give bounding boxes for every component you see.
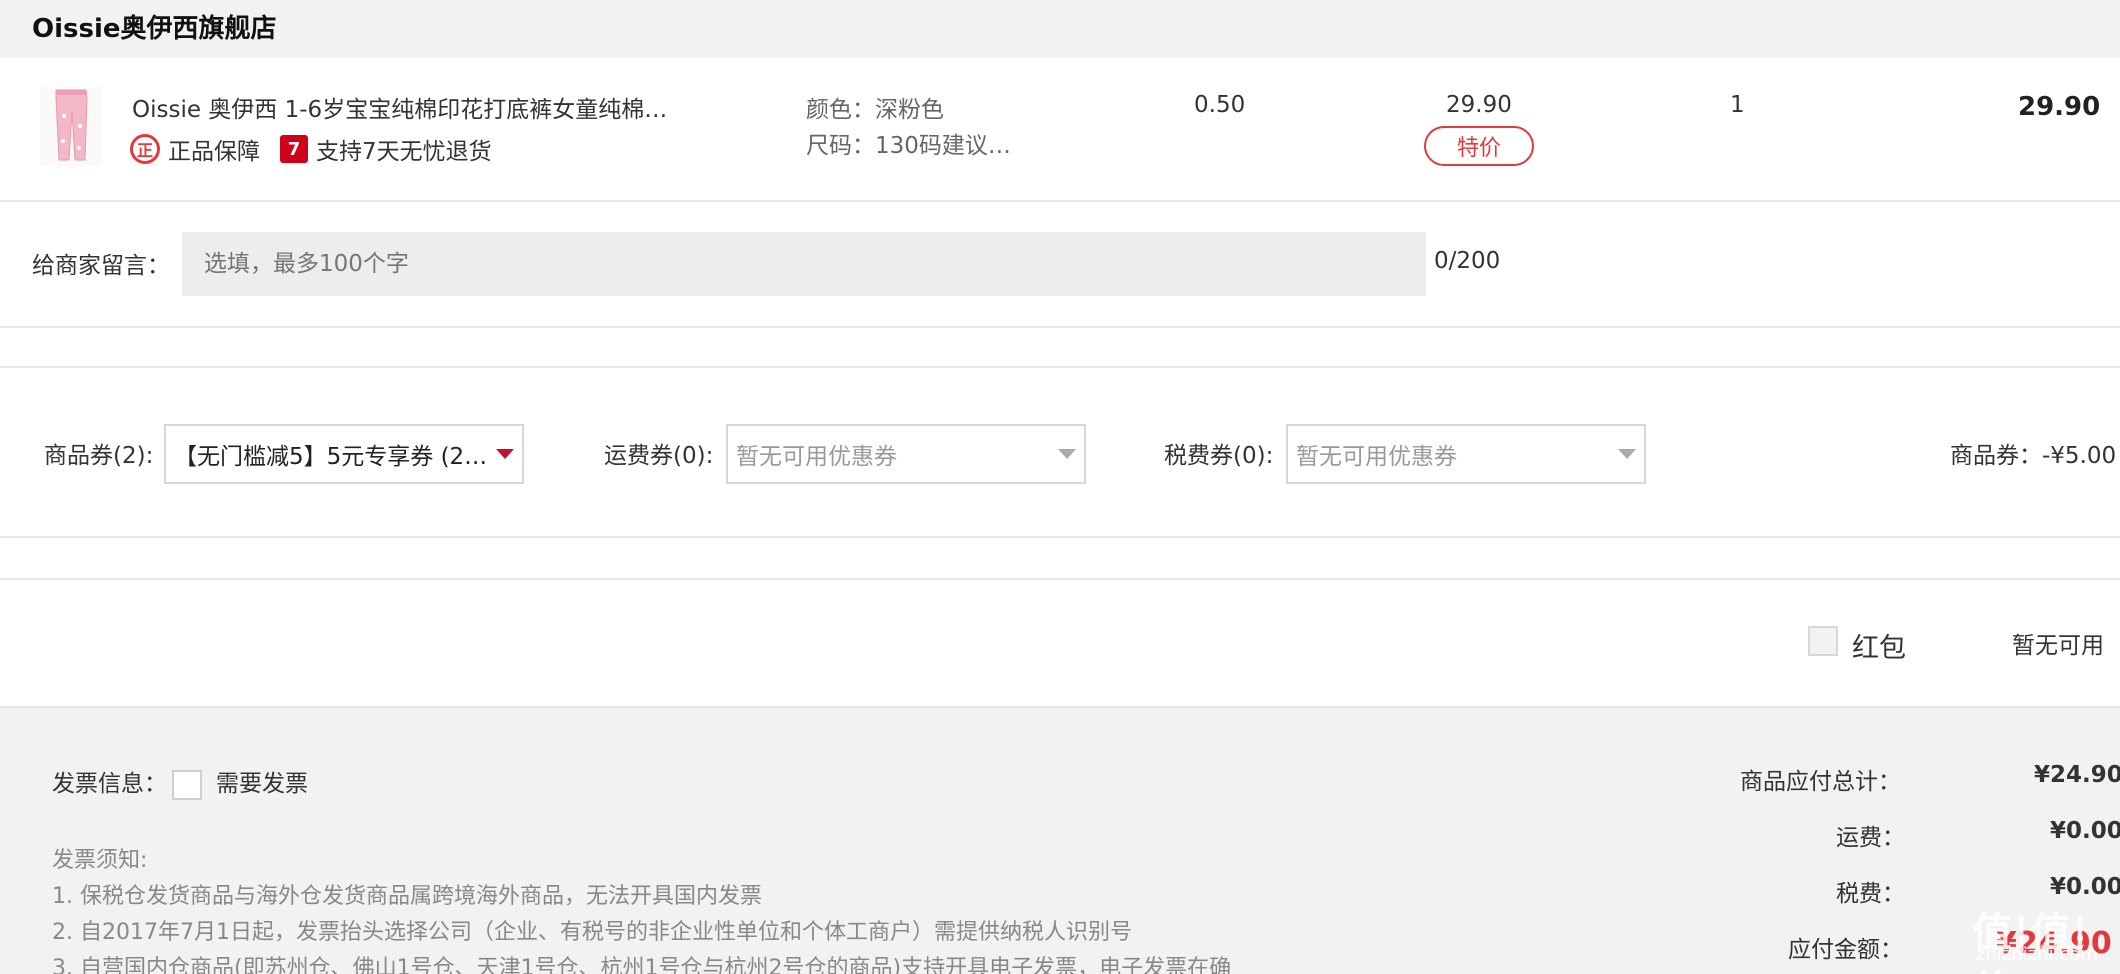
genuine-icon: 正 xyxy=(130,134,160,164)
goods-coupon-select[interactable]: 【无门槛减5】5元专享券 (2… xyxy=(164,424,524,484)
section-divider xyxy=(0,328,2120,368)
goods-coupon-value: 【无门槛减5】5元专享券 (2… xyxy=(174,444,488,470)
red-packet-label: 红包 xyxy=(1852,633,1906,664)
special-price-badge: 特价 xyxy=(1424,126,1534,166)
seller-message-label: 给商家留言： xyxy=(32,253,170,279)
shipping-coupon-label: 运费券(0): xyxy=(604,443,714,469)
seven-day-icon: 7 xyxy=(280,135,308,163)
invoice-notice-item: 3. 自营国内仓商品(即苏州仓、佛山1号仓、天津1号仓、杭州1号仓与杭州2号仓的… xyxy=(52,956,1232,974)
product-size: 尺码：130码建议… xyxy=(806,133,1011,159)
message-char-counter: 0/200 xyxy=(1434,248,1501,274)
site-watermark-url: zhizhizhi.com xyxy=(1976,944,2098,965)
tax-fee-label: 税费： xyxy=(1836,881,1905,907)
shipping-fee-label: 运费： xyxy=(1836,825,1905,851)
tax-coupon-label: 税费券(0): xyxy=(1164,443,1274,469)
shipping-coupon-select[interactable]: 暂无可用优惠券 xyxy=(726,424,1086,484)
chevron-down-icon xyxy=(496,449,514,459)
red-packet-status: 暂无可用 xyxy=(2012,633,2104,659)
invoice-notice-item: 1. 保税仓发货商品与海外仓发货商品属跨境海外商品，无法开具国内发票 xyxy=(52,884,762,909)
chevron-down-icon xyxy=(1058,449,1076,459)
payable-amount-label: 应付金额： xyxy=(1788,937,1903,963)
product-title[interactable]: Oissie 奥伊西 1-6岁宝宝纯棉印花打底裤女童纯棉… xyxy=(132,90,667,124)
product-quantity: 1 xyxy=(1730,92,1745,118)
shipping-fee-value: ¥0.00 xyxy=(2050,818,2120,844)
tax-coupon-value: 暂无可用优惠券 xyxy=(1296,444,1457,470)
tax-fee-value: ¥0.00 xyxy=(2050,874,2120,900)
invoice-totals-section: 发票信息： 需要发票 发票须知: 1. 保税仓发货商品与海外仓发货商品属跨境海外… xyxy=(0,706,2120,974)
product-row: Oissie 奥伊西 1-6岁宝宝纯棉印花打底裤女童纯棉… 正 正品保障 7 支… xyxy=(0,58,2120,202)
coupon-row: 商品券(2): 【无门槛减5】5元专享券 (2… 运费券(0): 暂无可用优惠券… xyxy=(0,370,2120,538)
goods-total-value: ¥24.90 xyxy=(2034,762,2120,788)
invoice-label: 发票信息： xyxy=(52,771,167,797)
chevron-down-icon xyxy=(1618,449,1636,459)
goods-total-label: 商品应付总计： xyxy=(1740,769,1901,795)
red-packet-checkbox[interactable] xyxy=(1808,626,1838,656)
seven-day-return-badge: 7 支持7天无忧退货 xyxy=(280,132,492,166)
invoice-notice-item: 2. 自2017年7月1日起，发票抬头选择公司（企业、有税号的非企业性单位和个体… xyxy=(52,920,1132,945)
product-subtotal: 29.90 xyxy=(2018,92,2101,122)
need-invoice-label: 需要发票 xyxy=(216,771,308,797)
seller-message-input[interactable] xyxy=(182,232,1426,296)
store-header: Oissie奥伊西旗舰店 xyxy=(0,0,2120,58)
product-color: 颜色：深粉色 xyxy=(806,97,944,123)
goods-coupon-label: 商品券(2): xyxy=(44,443,154,469)
product-thumbnail[interactable] xyxy=(40,86,102,166)
seller-message-row: 给商家留言： 0/200 xyxy=(0,202,2120,328)
tax-coupon-select[interactable]: 暂无可用优惠券 xyxy=(1286,424,1646,484)
return-label: 支持7天无忧退货 xyxy=(316,139,492,165)
invoice-notice-title: 发票须知: xyxy=(52,848,148,873)
genuine-label: 正品保障 xyxy=(168,139,260,165)
section-divider xyxy=(0,538,2120,580)
red-packet-row: 红包 暂无可用 xyxy=(0,580,2120,706)
coupon-discount: 商品券：-¥5.00 xyxy=(1950,443,2117,469)
product-weight: 0.50 xyxy=(1194,92,1246,118)
store-name[interactable]: Oissie奥伊西旗舰店 xyxy=(32,8,277,45)
shipping-coupon-value: 暂无可用优惠券 xyxy=(736,444,897,470)
genuine-guarantee-badge: 正 正品保障 xyxy=(130,132,260,166)
unit-price: 29.90 xyxy=(1446,92,1512,118)
need-invoice-checkbox[interactable] xyxy=(172,770,202,800)
